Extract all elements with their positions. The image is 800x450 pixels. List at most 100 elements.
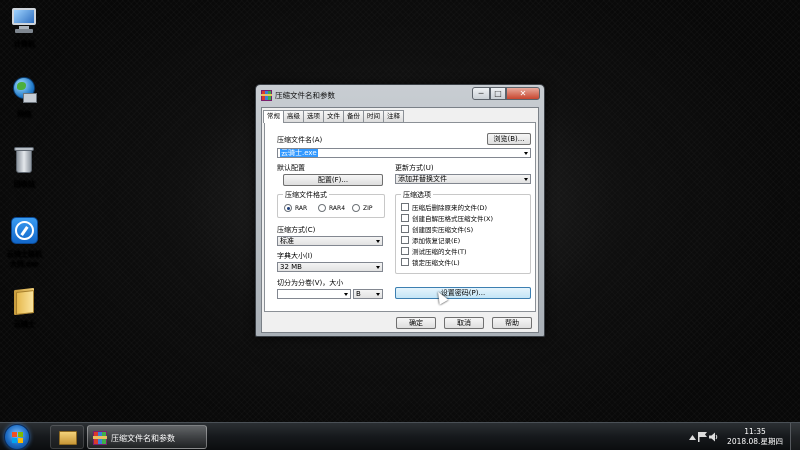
method-value: 标准 [280,237,294,245]
tab-time[interactable]: 时间 [363,110,384,122]
maximize-button[interactable]: □ [490,87,506,100]
tab-backup[interactable]: 备份 [343,110,364,122]
option-solid[interactable]: 创建固实压缩文件(S) [401,224,473,234]
chevron-down-icon [524,178,528,181]
format-group: 压缩文件格式 RAR RAR4 ZIP [277,190,385,218]
cancel-button[interactable]: 取消 [444,317,484,329]
recycle-bin-icon [9,146,39,176]
minimize-button[interactable]: ─ [472,87,490,100]
chevron-down-icon [344,293,348,296]
desktop-icon-label: 云骑士装机 [6,250,42,258]
general-panel: 压缩文件名(A) 浏览(B)... 云骑士.exe 默认配置 配置(F)... … [264,122,536,312]
start-button[interactable] [4,424,30,450]
desktop-icon-label: 回收站 [13,180,35,188]
option-label: 测试压缩的文件(T) [412,248,467,256]
format-radio-rar[interactable]: RAR [284,204,307,212]
flag-icon[interactable] [698,432,707,442]
split-size-input[interactable] [277,289,351,299]
tab-advanced[interactable]: 高级 [283,110,304,122]
desktop-icon-folder[interactable]: 云骑士 [2,286,46,329]
checkbox-unchecked-icon [401,258,409,266]
dict-size-select[interactable]: 32 MB [277,262,383,272]
option-label: 添加恢复记录(E) [412,237,461,245]
options-group: 压缩选项 压缩后删除原来的文件(D) 创建自解压格式压缩文件(X) 创建固实压缩… [395,190,531,274]
desktop-icon-label: 网络 [17,110,31,118]
method-select[interactable]: 标准 [277,236,383,246]
chevron-down-icon [524,152,528,155]
close-button[interactable]: ✕ [506,87,540,100]
taskbar-explorer-button[interactable] [50,425,84,449]
folder-icon [9,286,39,316]
yunqishi-app-icon [9,216,39,246]
option-create-sfx[interactable]: 创建自解压格式压缩文件(X) [401,213,493,223]
format-radio-zip[interactable]: ZIP [352,204,373,212]
chevron-up-icon[interactable] [689,434,696,440]
option-delete-after[interactable]: 压缩后删除原来的文件(D) [401,202,487,212]
checkbox-unchecked-icon [401,247,409,255]
winrar-icon [93,431,107,445]
computer-icon [9,6,39,36]
set-password-button[interactable]: 设置密码(P)... [395,287,531,299]
option-label: 锁定压缩文件(L) [412,259,460,267]
checkbox-unchecked-icon [401,225,409,233]
dict-size-label: 字典大小(I) [277,252,313,260]
chevron-down-icon [376,240,380,243]
dialog-client: 常规 高级 选项 文件 备份 时间 注释 压缩文件名(A) 浏览(B)... 云… [261,107,539,333]
taskbar-active-window-button[interactable]: 压缩文件名和参数 [87,425,207,449]
network-icon [9,76,39,106]
method-label: 压缩方式(C) [277,226,316,234]
desktop-icon-recycle-bin[interactable]: 回收站 [2,146,46,189]
ok-button[interactable]: 确定 [396,317,436,329]
clock[interactable]: 11:35 2018.08.星期四 [724,427,786,447]
desktop-icon-computer[interactable]: 计算机 [2,6,46,49]
format-label: RAR [295,204,308,212]
checkbox-unchecked-icon [401,203,409,211]
tab-files[interactable]: 文件 [323,110,344,122]
format-label: RAR4 [329,204,346,212]
help-button[interactable]: 帮助 [492,317,532,329]
option-test-files[interactable]: 测试压缩的文件(T) [401,246,467,256]
tab-strip: 常规 高级 选项 文件 备份 时间 注释 [263,110,404,123]
radio-checked-icon [284,204,292,212]
archive-name-input[interactable]: 云骑士.exe [277,148,531,158]
update-mode-label: 更新方式(U) [395,164,434,172]
archive-name-label: 压缩文件名(A) [277,136,323,144]
option-label: 压缩后删除原来的文件(D) [412,204,488,212]
options-group-title: 压缩选项 [401,190,433,200]
tab-general[interactable]: 常规 [263,110,284,123]
chevron-down-icon [376,266,380,269]
option-label: 创建自解压格式压缩文件(X) [412,215,494,223]
format-label: ZIP [363,204,373,212]
browse-button[interactable]: 浏览(B)... [487,133,531,145]
option-label: 创建固实压缩文件(S) [412,226,474,234]
tab-comment[interactable]: 注释 [383,110,404,122]
radio-unchecked-icon [352,204,360,212]
dialog-titlebar[interactable]: 压缩文件名和参数 ─ □ ✕ [256,85,544,105]
option-recovery-record[interactable]: 添加恢复记录(E) [401,235,460,245]
split-unit-select[interactable]: B [353,289,383,299]
speaker-icon[interactable] [709,432,719,442]
update-mode-select[interactable]: 添加并替换文件 [395,174,531,184]
format-group-title: 压缩文件格式 [283,190,329,200]
chevron-down-icon [376,293,380,296]
desktop-icon-label: 云骑士 [13,320,35,328]
dict-size-value: 32 MB [280,263,302,271]
option-lock-archive[interactable]: 锁定压缩文件(L) [401,257,460,267]
dialog-title: 压缩文件名和参数 [275,91,335,100]
split-volumes-label: 切分为分卷(V)，大小 [277,279,344,287]
desktop-icon-yunqishi-app[interactable]: 云骑士装机 大师.exe [2,216,46,269]
checkbox-unchecked-icon [401,214,409,222]
clock-date: 2018.08.星期四 [727,437,783,446]
format-radio-rar4[interactable]: RAR4 [318,204,345,212]
update-mode-value: 添加并替换文件 [398,175,447,183]
desktop-icon-network[interactable]: 网络 [2,76,46,119]
archive-dialog: 压缩文件名和参数 ─ □ ✕ 常规 高级 选项 文件 备份 时间 注释 压缩文件… [255,84,545,337]
folder-icon [59,431,77,445]
profiles-button[interactable]: 配置(F)... [283,174,383,186]
taskbar-window-title: 压缩文件名和参数 [111,434,175,443]
tab-options[interactable]: 选项 [303,110,324,122]
show-desktop-button[interactable] [790,423,800,450]
winrar-icon [261,90,272,101]
default-config-label: 默认配置 [277,164,305,172]
desktop-icon-label-line2: 大师.exe [9,260,39,268]
